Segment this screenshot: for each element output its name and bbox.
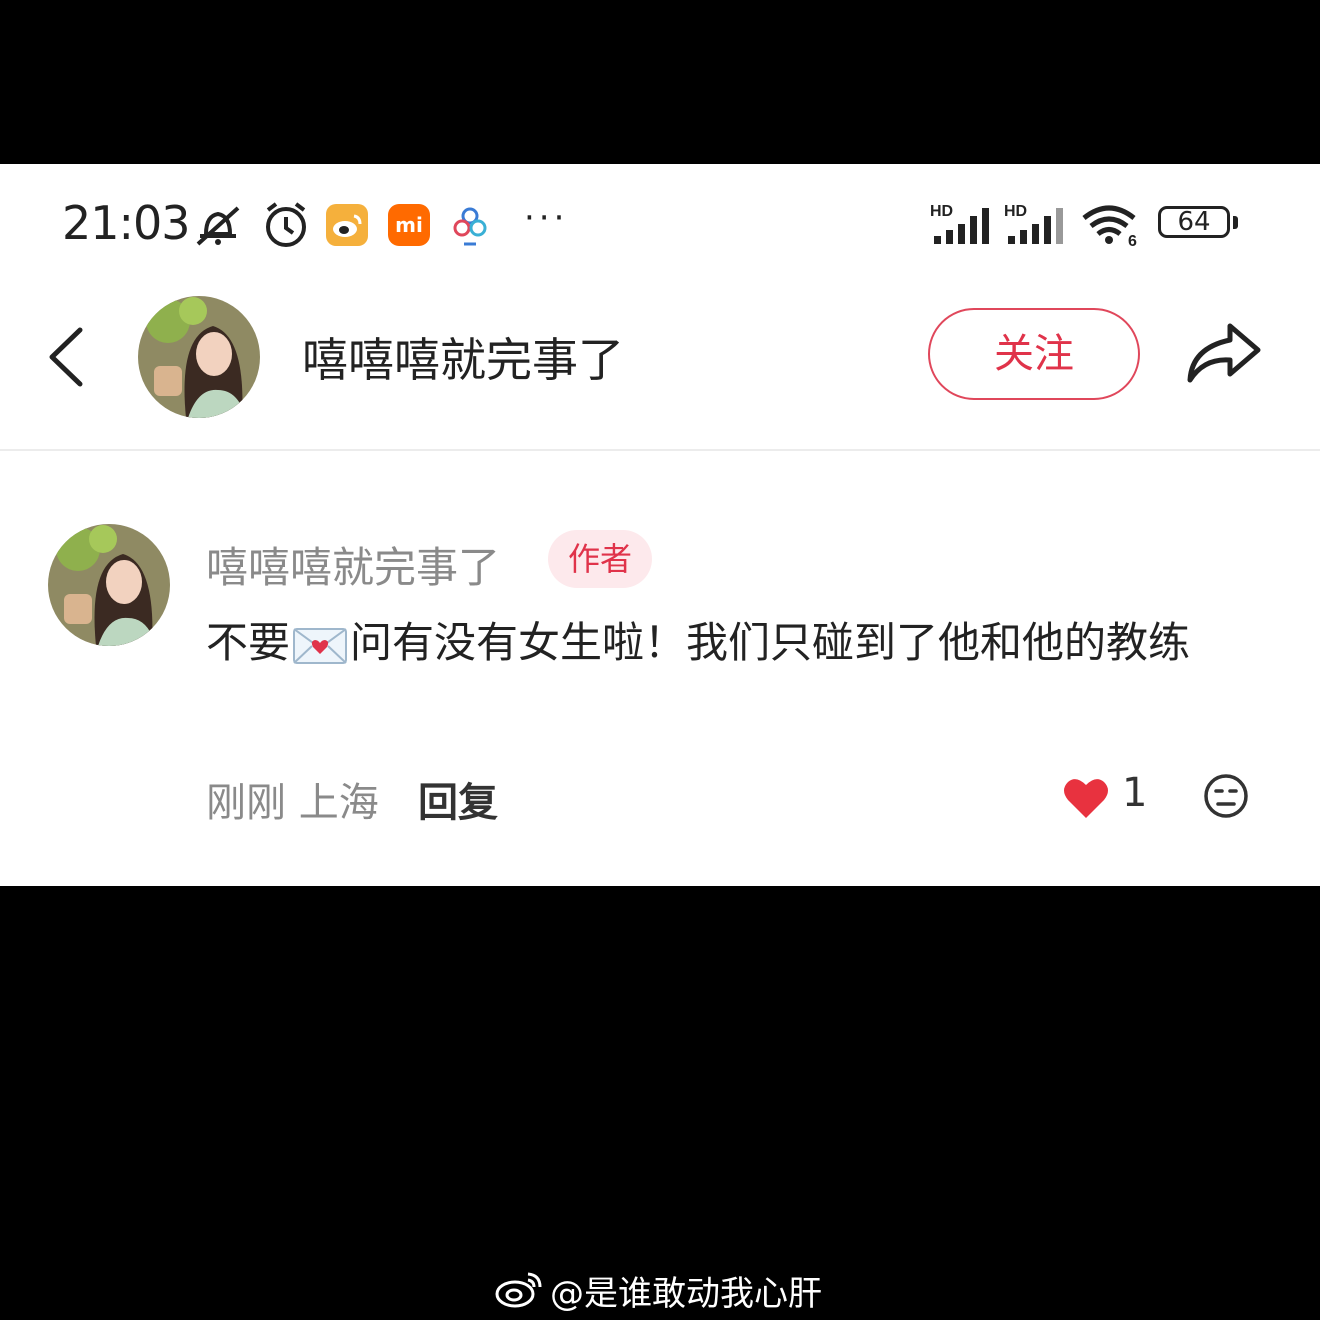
- battery-nub: [1233, 216, 1238, 229]
- author-badge: 作者: [548, 530, 652, 588]
- xiaomi-app-icon: mi: [388, 204, 430, 246]
- comment-avatar[interactable]: [48, 524, 170, 646]
- weibo-app-icon: [326, 204, 368, 246]
- header-divider: [0, 449, 1320, 451]
- page-title: 嘻嘻嘻就完事了: [302, 333, 624, 387]
- comment-text-part1: 不要: [206, 618, 291, 667]
- more-notifications-icon: ···: [524, 198, 569, 238]
- signal-2-icon: HD: [1004, 203, 1063, 244]
- emoji-reaction-icon[interactable]: [1202, 772, 1250, 820]
- wifi-icon: 6: [1082, 205, 1137, 248]
- battery-level: 64: [1177, 207, 1211, 237]
- alarm-icon: [266, 202, 306, 247]
- app-screen: 21:03 mi ··· HD HD 6 64 嘻嘻嘻就完事了 关注 嘻嘻嘻就完…: [0, 164, 1320, 886]
- profile-header: 嘻嘻嘻就完事了 关注: [0, 294, 1320, 448]
- back-arrow-icon[interactable]: [40, 324, 90, 390]
- avatar[interactable]: [138, 296, 260, 418]
- comment-item: 嘻嘻嘻就完事了 作者 不要 问有没有女生啦！我们只碰到了他和他的教练 刚刚 上海 …: [0, 514, 1320, 844]
- svg-text:HD: HD: [930, 203, 953, 220]
- comment-text: 不要 问有没有女生啦！我们只碰到了他和他的教练: [206, 606, 1266, 680]
- battery-icon: 64: [1158, 206, 1230, 238]
- share-icon[interactable]: [1184, 320, 1264, 386]
- status-time: 21:03: [62, 196, 191, 250]
- cloud-app-icon: [453, 207, 487, 246]
- svg-text:6: 6: [1128, 233, 1137, 248]
- like-count: 1: [1122, 770, 1148, 816]
- weibo-logo-icon: [495, 1272, 542, 1308]
- reply-button[interactable]: 回复: [418, 770, 498, 828]
- status-bar: 21:03 mi ··· HD HD 6 64: [0, 164, 1320, 284]
- comment-author-name[interactable]: 嘻嘻嘻就完事了: [206, 534, 500, 595]
- love-letter-icon: [293, 627, 348, 664]
- comment-time-location: 刚刚 上海: [206, 780, 379, 826]
- heart-like-icon[interactable]: [1062, 776, 1110, 820]
- svg-text:HD: HD: [1004, 203, 1027, 220]
- mute-icon: [196, 206, 240, 246]
- follow-button[interactable]: 关注: [928, 308, 1140, 400]
- signal-1-icon: HD: [930, 203, 989, 244]
- comment-text-part2: 问有没有女生啦！我们只碰到了他和他的教练: [350, 618, 1191, 667]
- watermark-text: @是谁敢动我心肝: [550, 1274, 822, 1314]
